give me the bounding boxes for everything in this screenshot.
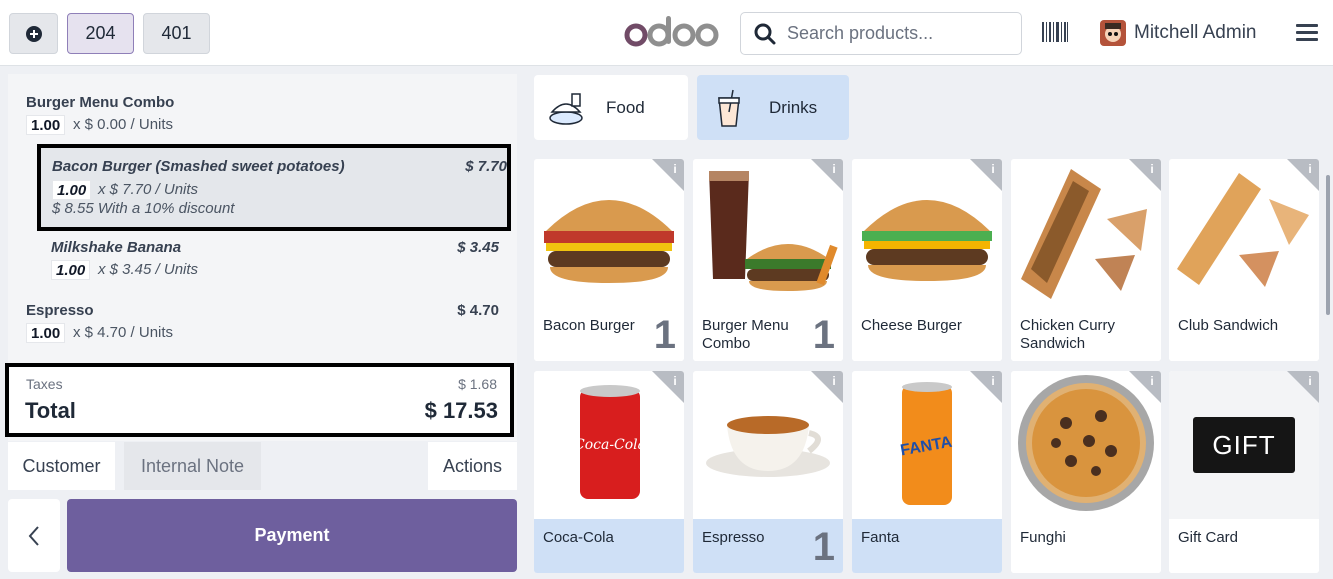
selected-order-line[interactable]: Bacon Burger (Smashed sweet potatoes) $ … xyxy=(37,144,511,231)
info-icon[interactable]: i xyxy=(1287,159,1319,191)
product-card[interactable]: i Burger Menu Combo 1 xyxy=(693,159,843,361)
odoo-logo xyxy=(624,16,719,47)
search-input[interactable] xyxy=(787,23,1007,44)
svg-text:i: i xyxy=(673,374,676,388)
product-card[interactable]: i Cheese Burger xyxy=(852,159,1002,361)
order-line-qty: 1.00 xyxy=(26,323,66,343)
order-line-qty: 1.00 xyxy=(52,180,92,200)
svg-text:i: i xyxy=(1150,162,1153,176)
avatar xyxy=(1100,20,1126,46)
actions-button[interactable]: Actions xyxy=(428,442,517,490)
product-name: Gift Card xyxy=(1178,529,1239,546)
svg-text:i: i xyxy=(1308,162,1311,176)
order-line-unit-price: x $ 4.70 / Units xyxy=(73,324,174,341)
svg-text:i: i xyxy=(1308,374,1311,388)
info-icon[interactable]: i xyxy=(1287,371,1319,403)
product-name: Burger Menu Combo xyxy=(702,317,789,352)
svg-text:i: i xyxy=(832,162,835,176)
product-name: Coca-Cola xyxy=(543,529,614,546)
back-button[interactable] xyxy=(8,499,60,572)
svg-text:i: i xyxy=(832,374,835,388)
product-name: Espresso xyxy=(702,529,765,546)
total-label: Total xyxy=(25,398,76,423)
new-order-button[interactable] xyxy=(9,13,58,54)
total-value: $ 17.53 xyxy=(424,398,498,423)
product-name: Fanta xyxy=(861,529,900,546)
product-name: Funghi xyxy=(1020,529,1066,546)
category-label: Drinks xyxy=(769,97,818,117)
gift-card-text: GIFT xyxy=(1212,429,1276,460)
product-card[interactable]: i Funghi xyxy=(1011,371,1161,573)
info-icon[interactable]: i xyxy=(652,371,684,403)
product-card[interactable]: i Bacon Burger 1 xyxy=(534,159,684,361)
hamburger-menu-icon[interactable] xyxy=(1296,23,1318,42)
order-line-unit-price: x $ 0.00 / Units xyxy=(73,116,174,133)
info-icon[interactable]: i xyxy=(1129,159,1161,191)
svg-text:i: i xyxy=(991,162,994,176)
order-line-name: Milkshake Banana xyxy=(51,239,182,256)
info-icon[interactable]: i xyxy=(970,159,1002,191)
gift-card-image: GIFT xyxy=(1193,417,1295,473)
user-menu[interactable]: Mitchell Admin xyxy=(1100,20,1257,46)
order-tab-204[interactable]: 204 xyxy=(67,13,134,54)
category-food[interactable]: Food xyxy=(534,75,688,140)
info-icon[interactable]: i xyxy=(1129,371,1161,403)
order-line-price: $ 3.45 xyxy=(457,239,499,256)
search-icon xyxy=(754,23,776,44)
order-totals: Taxes $ 1.68 Total $ 17.53 xyxy=(5,363,514,437)
svg-text:i: i xyxy=(991,374,994,388)
order-line-unit-price: x $ 3.45 / Units xyxy=(98,261,199,278)
product-name: Chicken Curry Sandwich xyxy=(1020,317,1116,352)
product-card[interactable]: Coca-Cola i Coca-Cola xyxy=(534,371,684,573)
svg-text:i: i xyxy=(673,162,676,176)
order-line-price: $ 7.70 xyxy=(465,158,507,175)
customer-button[interactable]: Customer xyxy=(8,442,115,490)
chevron-left-icon xyxy=(28,525,39,546)
order-line-discount: $ 8.55 With a 10% discount xyxy=(52,200,235,217)
product-name: Club Sandwich xyxy=(1178,317,1279,334)
barcode-icon[interactable] xyxy=(1042,22,1068,42)
order-line-price: $ 4.70 xyxy=(457,302,499,319)
svg-text:i: i xyxy=(1150,374,1153,388)
top-bar: 204 401 Mitchell Admin xyxy=(0,0,1333,66)
info-icon[interactable]: i xyxy=(811,371,843,403)
plus-circle-icon xyxy=(25,25,42,42)
info-icon[interactable]: i xyxy=(811,159,843,191)
order-line-qty: 1.00 xyxy=(26,115,66,135)
product-card[interactable]: GIFT i Gift Card xyxy=(1169,371,1319,573)
info-icon[interactable]: i xyxy=(652,159,684,191)
category-label: Food xyxy=(606,97,645,117)
product-card[interactable]: i Chicken Curry Sandwich xyxy=(1011,159,1161,361)
product-card[interactable]: FANTA i Fanta xyxy=(852,371,1002,573)
product-card[interactable]: i Espresso 1 xyxy=(693,371,843,573)
category-drinks[interactable]: Drinks xyxy=(697,75,849,140)
scrollbar[interactable] xyxy=(1326,175,1330,315)
info-icon[interactable]: i xyxy=(970,371,1002,403)
order-line-qty: 1.00 xyxy=(51,260,91,280)
product-card[interactable]: i Club Sandwich xyxy=(1169,159,1319,361)
taxes-value: $ 1.68 xyxy=(458,376,497,392)
product-qty: 1 xyxy=(653,313,676,357)
product-qty: 1 xyxy=(812,525,835,569)
food-icon xyxy=(549,92,583,125)
order-line-unit-price: x $ 7.70 / Units xyxy=(98,181,199,198)
product-name: Cheese Burger xyxy=(861,317,962,334)
product-name: Bacon Burger xyxy=(543,317,635,334)
internal-note-button[interactable]: Internal Note xyxy=(124,442,261,490)
search-box[interactable] xyxy=(740,12,1022,55)
order-line-name: Burger Menu Combo xyxy=(26,94,175,111)
payment-button[interactable]: Payment xyxy=(67,499,517,572)
user-name: Mitchell Admin xyxy=(1134,22,1257,43)
svg-text:Coca-Cola: Coca-Cola xyxy=(574,437,646,453)
taxes-label: Taxes xyxy=(26,376,63,392)
order-tab-401[interactable]: 401 xyxy=(143,13,210,54)
drinks-icon xyxy=(718,89,740,127)
product-qty: 1 xyxy=(812,313,835,357)
order-line-name: Bacon Burger (Smashed sweet potatoes) xyxy=(52,158,345,175)
order-line-name: Espresso xyxy=(26,302,94,319)
